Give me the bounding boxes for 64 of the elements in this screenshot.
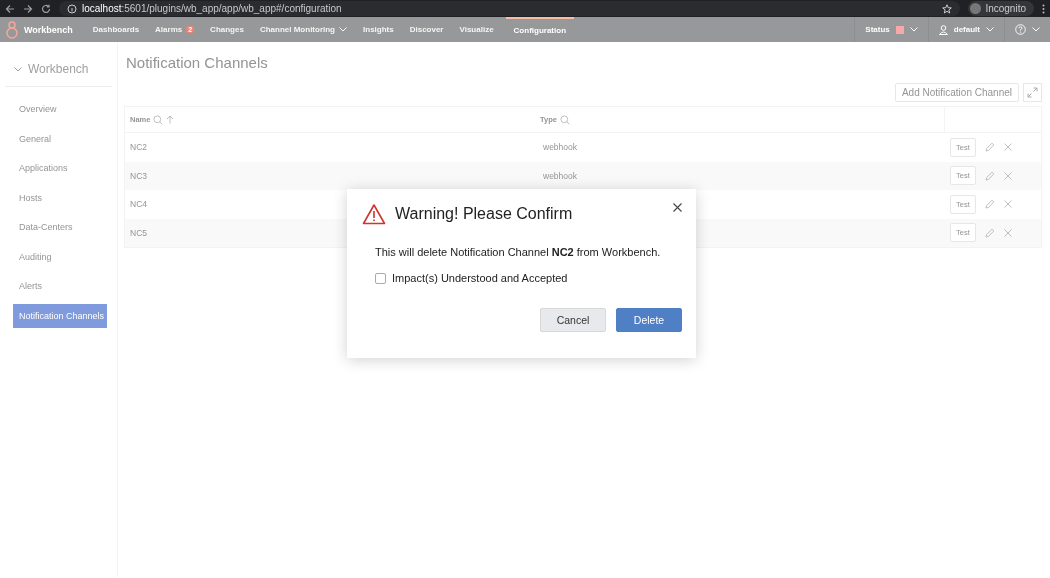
url-text: localhost:5601/plugins/wb_app/app/wb_app#/configuration xyxy=(82,3,343,14)
status-menu[interactable]: Status xyxy=(854,17,928,42)
address-bar[interactable]: localhost:5601/plugins/wb_app/app/wb_app#/configuration xyxy=(59,1,961,16)
nav-tab[interactable]: Discover xyxy=(401,17,452,42)
pencil-icon[interactable] xyxy=(984,199,995,210)
checkbox[interactable] xyxy=(375,272,386,284)
info-icon xyxy=(67,3,77,14)
search-icon[interactable] xyxy=(153,114,164,125)
delete-icon[interactable] xyxy=(1003,228,1012,237)
forward-icon[interactable] xyxy=(23,3,33,14)
nav-tab[interactable]: Configuration xyxy=(505,17,574,42)
sidebar-item[interactable]: Auditing xyxy=(13,244,107,269)
nav-tab[interactable]: Channel Monitoring xyxy=(251,17,355,42)
checkbox-label: Impact(s) Understood and Accepted xyxy=(392,272,568,284)
star-icon[interactable] xyxy=(942,3,953,14)
nav-tab[interactable]: Visualize xyxy=(451,17,502,42)
pencil-icon[interactable] xyxy=(984,170,995,181)
pencil-icon[interactable] xyxy=(984,142,995,153)
delete-icon[interactable] xyxy=(1003,171,1012,180)
dialog-title: Warning! Please Confirm xyxy=(395,205,574,223)
delete-icon[interactable] xyxy=(1003,143,1012,152)
reload-icon[interactable] xyxy=(41,3,51,14)
warning-icon xyxy=(362,203,386,225)
search-icon[interactable] xyxy=(559,114,570,125)
back-icon[interactable] xyxy=(5,3,15,14)
sidebar-item[interactable]: General xyxy=(13,126,107,151)
chevron-icon xyxy=(986,27,994,32)
profile-button[interactable]: Incognito xyxy=(968,1,1034,16)
table-cell-text: NC3 xyxy=(129,170,148,181)
sidebar-item[interactable]: Hosts xyxy=(13,185,107,210)
cancel-button[interactable]: Cancel xyxy=(540,308,606,332)
table-cell-text: NC4 xyxy=(129,199,148,210)
sidebar-item[interactable]: Alerts xyxy=(13,274,107,298)
sidebar-item[interactable]: Applications xyxy=(13,156,107,180)
nav-tab[interactable]: Changes xyxy=(202,17,252,42)
pencil-icon[interactable] xyxy=(984,227,995,238)
menu-icon[interactable] xyxy=(1042,3,1045,14)
sort-arrow-icon[interactable] xyxy=(166,115,175,124)
chevron-icon xyxy=(339,27,347,32)
close-icon[interactable] xyxy=(673,203,682,212)
sidebar-item[interactable]: Notification Channels xyxy=(13,303,107,328)
delete-button[interactable]: Delete xyxy=(616,308,682,332)
help-icon xyxy=(1015,24,1026,35)
table-cell-text: NC5 xyxy=(129,227,148,238)
nav-tab[interactable]: Insights xyxy=(355,17,402,42)
page-title: Notification Channels xyxy=(125,54,269,71)
sidebar-title[interactable]: Workbench xyxy=(28,62,89,76)
logo-icon xyxy=(5,20,19,39)
chevron-icon xyxy=(14,66,22,72)
add-channel-button[interactable]: Add Notification Channel xyxy=(894,83,1019,102)
dialog-message: This will delete Notification Channel NC2 from Workbench. xyxy=(375,246,662,258)
sidebar-item[interactable]: Overview xyxy=(13,97,107,121)
chevron-icon xyxy=(909,27,918,32)
table-cell: webhook xyxy=(543,170,578,181)
nav-tab[interactable]: Dashboards xyxy=(84,17,148,42)
chevron-icon xyxy=(1032,27,1040,32)
user-menu[interactable]: default xyxy=(927,17,1004,42)
table-cell-text: NC2 xyxy=(129,142,148,153)
expand-icon[interactable] xyxy=(1023,83,1042,102)
brand-name: Workbench xyxy=(24,24,73,35)
table-cell: webhook xyxy=(543,142,578,153)
user-icon xyxy=(938,24,948,35)
sidebar-item[interactable]: Data-Centers xyxy=(13,215,107,239)
delete-icon[interactable] xyxy=(1003,200,1012,209)
